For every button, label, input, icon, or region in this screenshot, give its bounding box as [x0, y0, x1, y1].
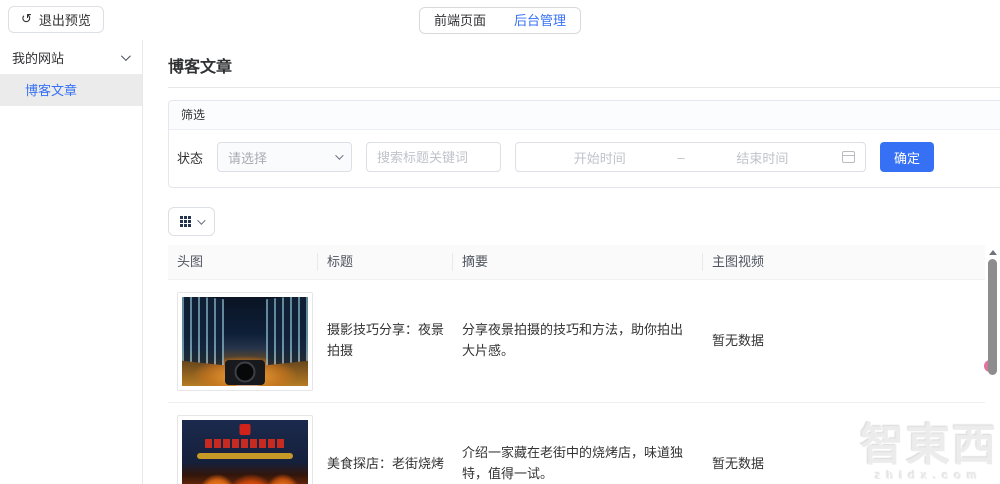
status-select-placeholder: 请选择	[228, 150, 268, 166]
exit-preview-button[interactable]: ↺ 退出预览	[8, 6, 104, 33]
filter-row: 状态 请选择 开始时间 – 结束时间 确定	[169, 130, 1000, 187]
article-summary: 介绍一家藏在老街中的烧烤店，味道独特，值得一试。	[462, 445, 684, 481]
article-video-status: 暂无数据	[712, 455, 765, 471]
page-title: 博客文章	[168, 59, 233, 76]
table-vertical-scrollbar[interactable]	[984, 248, 999, 484]
grid-3x3-icon	[180, 216, 191, 227]
sidebar: 我的网站 博客文章	[0, 40, 143, 484]
scrollbar-thumb[interactable]	[988, 259, 997, 375]
articles-table-zone: 头图 标题 摘要 主图视频 摄影技巧分享：夜景拍摄 分享夜景拍摄的技巧和方法，助…	[168, 245, 1000, 484]
sidebar-item-blog-articles[interactable]: 博客文章	[0, 75, 142, 106]
night-city-camera-photo	[182, 296, 308, 386]
chevron-down-icon	[120, 50, 131, 61]
keyword-search-input[interactable]	[366, 142, 502, 172]
exit-preview-label: 退出预览	[38, 13, 91, 28]
page-title-wrap: 博客文章	[168, 40, 1000, 88]
sidebar-group-label: 我的网站	[12, 50, 65, 66]
date-range-separator: –	[677, 149, 685, 165]
article-summary: 分享夜景拍摄的技巧和方法，助你拍出大片感。	[462, 322, 684, 358]
top-bar: ↺ 退出预览 前端页面 后台管理	[0, 0, 1000, 40]
status-select[interactable]: 请选择	[217, 142, 353, 172]
chevron-down-icon	[197, 215, 206, 225]
article-video-status: 暂无数据	[712, 332, 765, 348]
calendar-icon	[842, 151, 856, 163]
thumbnail-cell	[168, 414, 318, 484]
article-title: 摄影技巧分享：夜景拍摄	[327, 322, 445, 358]
filter-panel: 筛选 状态 请选择 开始时间 – 结束时间 确定	[168, 100, 1000, 188]
view-switch-button[interactable]	[168, 207, 215, 236]
layout: 我的网站 博客文章 博客文章 筛选 状态 请选择 开始时间 – 结束时间	[0, 40, 1000, 484]
undo-arrow-icon: ↺	[21, 12, 32, 27]
sidebar-group-my-website[interactable]: 我的网站	[0, 40, 142, 75]
main-content: 博客文章 筛选 状态 请选择 开始时间 – 结束时间 确定	[143, 40, 1000, 484]
end-date-placeholder: 结束时间	[736, 150, 789, 166]
article-thumbnail-card	[177, 291, 313, 391]
confirm-button[interactable]: 确定	[880, 142, 935, 172]
thumbnail-cell	[168, 291, 318, 391]
triangle-up-icon[interactable]	[988, 250, 997, 255]
view-mode-switcher: 前端页面 后台管理	[418, 6, 582, 34]
column-header-thumbnail: 头图	[168, 253, 318, 271]
column-header-title: 标题	[318, 253, 453, 271]
column-header-main-video: 主图视频	[712, 254, 765, 269]
chevron-down-icon	[335, 151, 344, 160]
table-row: 美食探店：老街烧烤 介绍一家藏在老街中的烧烤店，味道独特，值得一试。 暂无数据	[168, 403, 985, 484]
bbq-flames-poster	[182, 419, 308, 484]
tab-backend-admin[interactable]: 后台管理	[500, 8, 580, 33]
article-title: 美食探店：老街烧烤	[327, 455, 445, 471]
table-row: 摄影技巧分享：夜景拍摄 分享夜景拍摄的技巧和方法，助你拍出大片感。 暂无数据	[168, 280, 985, 403]
date-range-picker[interactable]: 开始时间 – 结束时间	[515, 142, 867, 172]
tab-frontend-page[interactable]: 前端页面	[420, 8, 500, 33]
article-thumbnail-card	[177, 414, 313, 484]
start-date-placeholder: 开始时间	[573, 150, 626, 166]
table-header-row: 头图 标题 摘要 主图视频	[168, 245, 985, 280]
filter-panel-title: 筛选	[169, 101, 1000, 130]
status-label: 状态	[177, 150, 204, 166]
column-header-summary: 摘要	[453, 253, 703, 271]
articles-table: 头图 标题 摘要 主图视频 摄影技巧分享：夜景拍摄 分享夜景拍摄的技巧和方法，助…	[168, 245, 985, 484]
